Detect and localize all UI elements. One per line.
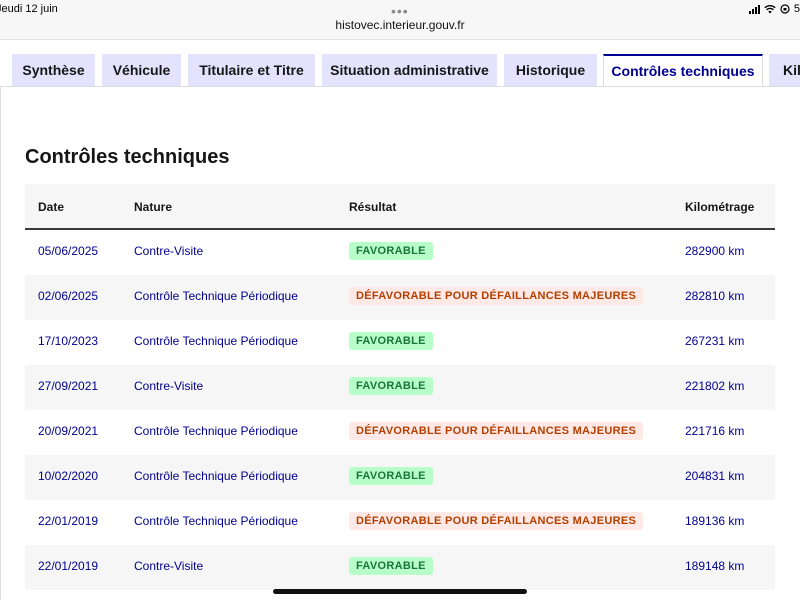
cell-date: 27/09/2021 [38,379,99,393]
orientation-lock-icon [780,4,790,14]
table-row: 27/09/2021 Contre-Visite FAVORABLE 22180… [25,365,775,410]
cell-result: FAVORABLE [349,467,433,485]
cell-nature: Contrôle Technique Périodique [134,289,298,303]
cell-date: 17/10/2023 [38,334,99,348]
header-nature: Nature [134,200,173,214]
home-indicator[interactable] [273,589,527,594]
cell-nature: Contrôle Technique Périodique [134,514,298,528]
header-date: Date [38,200,65,214]
table-row: 17/10/2023 Contrôle Technique Périodique… [25,320,775,365]
tab-label: Titulaire et Titre [199,62,304,78]
cell-km: 282810 km [685,289,745,303]
tab-label: Historique [515,62,586,78]
cell-km: 204831 km [685,469,745,483]
cell-km: 267231 km [685,334,745,348]
cell-date: 20/09/2021 [38,424,99,438]
more-dots-icon[interactable]: ••• [391,3,409,19]
tab-label: Situation administrative [330,62,489,78]
cell-result: FAVORABLE [349,242,433,260]
cell-result: FAVORABLE [349,377,433,395]
table-header: Date Nature Résultat Kilométrage [25,184,775,230]
cell-date: 22/01/2019 [38,559,99,573]
result-badge-defavorable: DÉFAVORABLE POUR DÉFAILLANCES MAJEURES [349,287,644,305]
tab-list: Synthèse Véhicule Titulaire et Titre Sit… [0,54,800,87]
tab-historique[interactable]: Historique [504,54,597,86]
cellular-signal-icon [748,4,760,14]
result-badge-favorable: FAVORABLE [349,242,433,260]
cell-date: 05/06/2025 [38,244,99,258]
table-row: 02/06/2025 Contrôle Technique Périodique… [25,275,775,320]
battery-percent: 5 [793,3,800,15]
table-row: 20/09/2021 Contrôle Technique Périodique… [25,410,775,455]
result-badge-favorable: FAVORABLE [349,557,433,575]
browser-url-bar[interactable]: ••• histovec.interieur.gouv.fr [0,3,800,40]
cell-result: DÉFAVORABLE POUR DÉFAILLANCES MAJEURES [349,287,644,305]
tab-titulaire-titre[interactable]: Titulaire et Titre [188,54,315,86]
cell-result: FAVORABLE [349,557,433,575]
cell-km: 221716 km [685,424,745,438]
cell-nature: Contre-Visite [134,559,204,573]
tab-kilometrage[interactable]: Kilo [769,54,800,86]
cell-km: 282900 km [685,244,745,258]
cell-date: 10/02/2020 [38,469,99,483]
cell-date: 02/06/2025 [38,289,99,303]
table-row: 22/01/2019 Contrôle Technique Périodique… [25,500,775,545]
tab-label: Contrôles techniques [611,63,755,79]
result-badge-defavorable: DÉFAVORABLE POUR DÉFAILLANCES MAJEURES [349,512,644,530]
tab-label: Véhicule [112,62,171,78]
table-row: 22/01/2019 Contre-Visite FAVORABLE 18914… [25,545,775,590]
cell-date: 22/01/2019 [38,514,99,528]
cell-result: DÉFAVORABLE POUR DÉFAILLANCES MAJEURES [349,512,644,530]
table-row: 05/06/2025 Contre-Visite FAVORABLE 28290… [25,230,775,275]
wifi-icon [764,4,776,14]
status-icons: 5 [748,2,800,16]
cell-nature: Contre-Visite [134,379,204,393]
section-title: Contrôles techniques [25,146,230,168]
cell-nature: Contrôle Technique Périodique [134,334,298,348]
cell-nature: Contrôle Technique Périodique [134,469,298,483]
result-badge-defavorable: DÉFAVORABLE POUR DÉFAILLANCES MAJEURES [349,422,644,440]
status-date: Jeudi 12 juin [0,3,58,15]
cell-nature: Contre-Visite [134,244,204,258]
cell-km: 221802 km [685,379,745,393]
cell-km: 189148 km [685,559,745,573]
result-badge-favorable: FAVORABLE [349,467,433,485]
tab-situation-administrative[interactable]: Situation administrative [322,54,497,86]
tab-panel-border [0,86,800,87]
header-km: Kilométrage [685,200,755,214]
tab-label: Synthèse [22,62,85,78]
tab-synthese[interactable]: Synthèse [12,54,95,86]
result-badge-favorable: FAVORABLE [349,377,433,395]
tab-controles-techniques[interactable]: Contrôles techniques [603,54,763,87]
controles-table: Date Nature Résultat Kilométrage 05/06/2… [25,184,775,590]
url-text[interactable]: histovec.interieur.gouv.fr [335,18,464,32]
header-result: Résultat [349,200,397,214]
tab-vehicule[interactable]: Véhicule [102,54,181,86]
result-badge-favorable: FAVORABLE [349,332,433,350]
tab-label: Kilo [783,62,800,78]
cell-nature: Contrôle Technique Périodique [134,424,298,438]
cell-result: DÉFAVORABLE POUR DÉFAILLANCES MAJEURES [349,422,644,440]
table-row: 10/02/2020 Contrôle Technique Périodique… [25,455,775,500]
cell-result: FAVORABLE [349,332,433,350]
cell-km: 189136 km [685,514,745,528]
tab-panel-left-border [0,86,1,600]
